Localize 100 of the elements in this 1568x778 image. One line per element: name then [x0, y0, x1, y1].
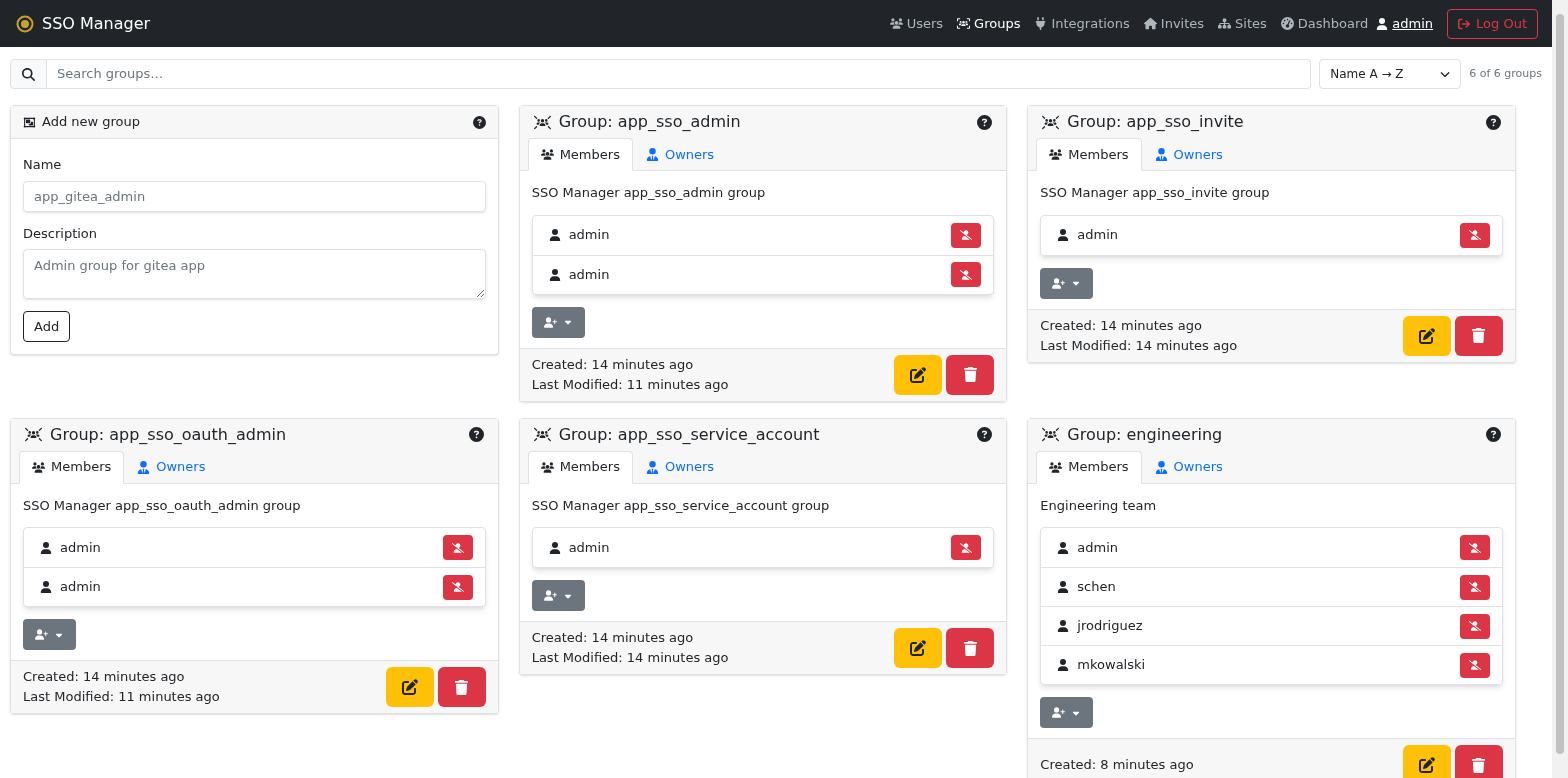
- modified-time: Last Modified: 14 minutes ago: [531, 649, 729, 667]
- user-slash-icon: [1469, 541, 1481, 554]
- logout-icon: [1458, 17, 1471, 30]
- sort-select[interactable]: Name A → Z: [1319, 59, 1462, 89]
- edit-button[interactable]: [894, 354, 943, 395]
- help-icon[interactable]: [472, 115, 486, 129]
- user-slash-icon: [960, 541, 973, 554]
- nav-link[interactable]: Dashboard: [1280, 13, 1369, 34]
- tab[interactable]: Members: [19, 450, 125, 484]
- user-plus-icon: [1052, 706, 1066, 719]
- remove-member-button[interactable]: [951, 535, 982, 560]
- add-member-button[interactable]: [1040, 267, 1094, 299]
- user-tie-icon: [137, 460, 151, 474]
- member-name: mkowalski: [1077, 656, 1146, 675]
- remove-member-button[interactable]: [1460, 613, 1490, 639]
- group-icon: [1042, 426, 1060, 443]
- trash-icon: [962, 640, 978, 656]
- user-icon: [548, 229, 561, 241]
- user-icon: [1057, 659, 1070, 671]
- users-icon: [1049, 148, 1063, 161]
- remove-member-button[interactable]: [1460, 222, 1490, 248]
- remove-member-button[interactable]: [951, 222, 982, 248]
- group-title: Group: app_sso_oauth_admin: [50, 423, 287, 446]
- remove-member-button[interactable]: [1460, 574, 1490, 600]
- edit-button[interactable]: [1403, 315, 1451, 356]
- add-member-button[interactable]: [23, 619, 76, 650]
- user-slash-icon: [451, 581, 464, 593]
- member-name: admin: [60, 538, 101, 557]
- brand-name[interactable]: SSO Manager: [42, 11, 151, 36]
- nav-link[interactable]: Invites: [1143, 13, 1205, 34]
- field-label: Description: [23, 224, 98, 243]
- group-title: Group: app_sso_admin: [558, 111, 741, 133]
- modified-time: Last Modified: 11 minutes ago: [23, 688, 220, 706]
- remove-member-button[interactable]: [951, 262, 982, 287]
- nav-link[interactable]: Integrations: [1034, 13, 1130, 34]
- group-title: Group: engineering: [1067, 423, 1223, 446]
- gauge-icon: [1280, 17, 1294, 30]
- search-field[interactable]: Search groups…: [47, 59, 1312, 89]
- search-icon: [22, 67, 35, 81]
- remove-member-button[interactable]: [1460, 652, 1490, 678]
- user-slash-icon: [1469, 581, 1481, 593]
- user-tie-icon: [645, 148, 659, 161]
- tab[interactable]: Owners: [632, 450, 728, 484]
- edit-icon: [910, 366, 927, 383]
- nav-link[interactable]: Users: [889, 13, 944, 34]
- edit-button[interactable]: [385, 667, 434, 707]
- add-member-button[interactable]: [1040, 697, 1094, 728]
- user-icon: [548, 541, 561, 554]
- add-member-button[interactable]: [531, 580, 585, 611]
- group-description: SSO Manager app_sso_invite group: [1040, 184, 1270, 202]
- tab[interactable]: Owners: [124, 450, 219, 484]
- user-link[interactable]: admin: [1392, 13, 1434, 34]
- tab[interactable]: Owners: [1141, 138, 1236, 171]
- help-icon[interactable]: [1486, 427, 1501, 442]
- edit-icon: [401, 679, 418, 695]
- delete-button[interactable]: [1455, 745, 1503, 778]
- user-slash-icon: [960, 268, 973, 281]
- plug-icon: [1034, 17, 1048, 30]
- name-field[interactable]: app_gitea_admin: [23, 180, 486, 212]
- help-icon[interactable]: [977, 427, 993, 442]
- user-icon: [548, 268, 561, 281]
- logout-button[interactable]: Log Out: [1447, 8, 1538, 39]
- group-title: Group: app_sso_invite: [1067, 111, 1244, 133]
- field-label: Name: [23, 156, 62, 174]
- delete-button[interactable]: [946, 628, 995, 668]
- add-member-button[interactable]: [531, 306, 585, 338]
- created-time: Created: 14 minutes ago: [1040, 316, 1203, 335]
- add-button[interactable]: Add: [23, 311, 71, 342]
- member-name: admin: [568, 538, 610, 557]
- remove-member-button[interactable]: [442, 574, 473, 600]
- help-icon[interactable]: [1486, 114, 1501, 130]
- delete-button[interactable]: [437, 667, 486, 707]
- edit-button[interactable]: [894, 628, 943, 668]
- delete-button[interactable]: [946, 354, 995, 395]
- remove-member-button[interactable]: [442, 535, 473, 560]
- member-name: admin: [1077, 538, 1119, 557]
- delete-button[interactable]: [1455, 315, 1503, 356]
- tab[interactable]: Members: [527, 450, 633, 484]
- description-field[interactable]: Admin group for gitea app: [23, 249, 486, 299]
- help-icon[interactable]: [468, 427, 484, 442]
- sitemap-icon: [1218, 17, 1232, 30]
- tab[interactable]: Members: [1036, 138, 1142, 171]
- remove-member-button[interactable]: [1460, 535, 1490, 560]
- users-icon: [540, 460, 554, 474]
- tab[interactable]: Members: [1036, 450, 1142, 484]
- trash-icon: [962, 367, 978, 382]
- user-tie-icon: [1154, 460, 1168, 474]
- user-slash-icon: [1469, 229, 1481, 241]
- help-icon[interactable]: [977, 114, 993, 130]
- tab[interactable]: Owners: [632, 138, 728, 171]
- tab[interactable]: Owners: [1141, 450, 1236, 484]
- group-title: Group: app_sso_service_account: [558, 423, 820, 446]
- group-icon: [1042, 113, 1060, 131]
- nav-link[interactable]: Sites: [1218, 13, 1267, 34]
- group-description: SSO Manager app_sso_service_account group: [531, 496, 830, 515]
- scrollbar[interactable]: [1552, 0, 1568, 778]
- group-icon: [533, 113, 551, 131]
- edit-button[interactable]: [1403, 745, 1451, 778]
- tab[interactable]: Members: [527, 138, 633, 171]
- nav-link[interactable]: Groups: [957, 13, 1021, 34]
